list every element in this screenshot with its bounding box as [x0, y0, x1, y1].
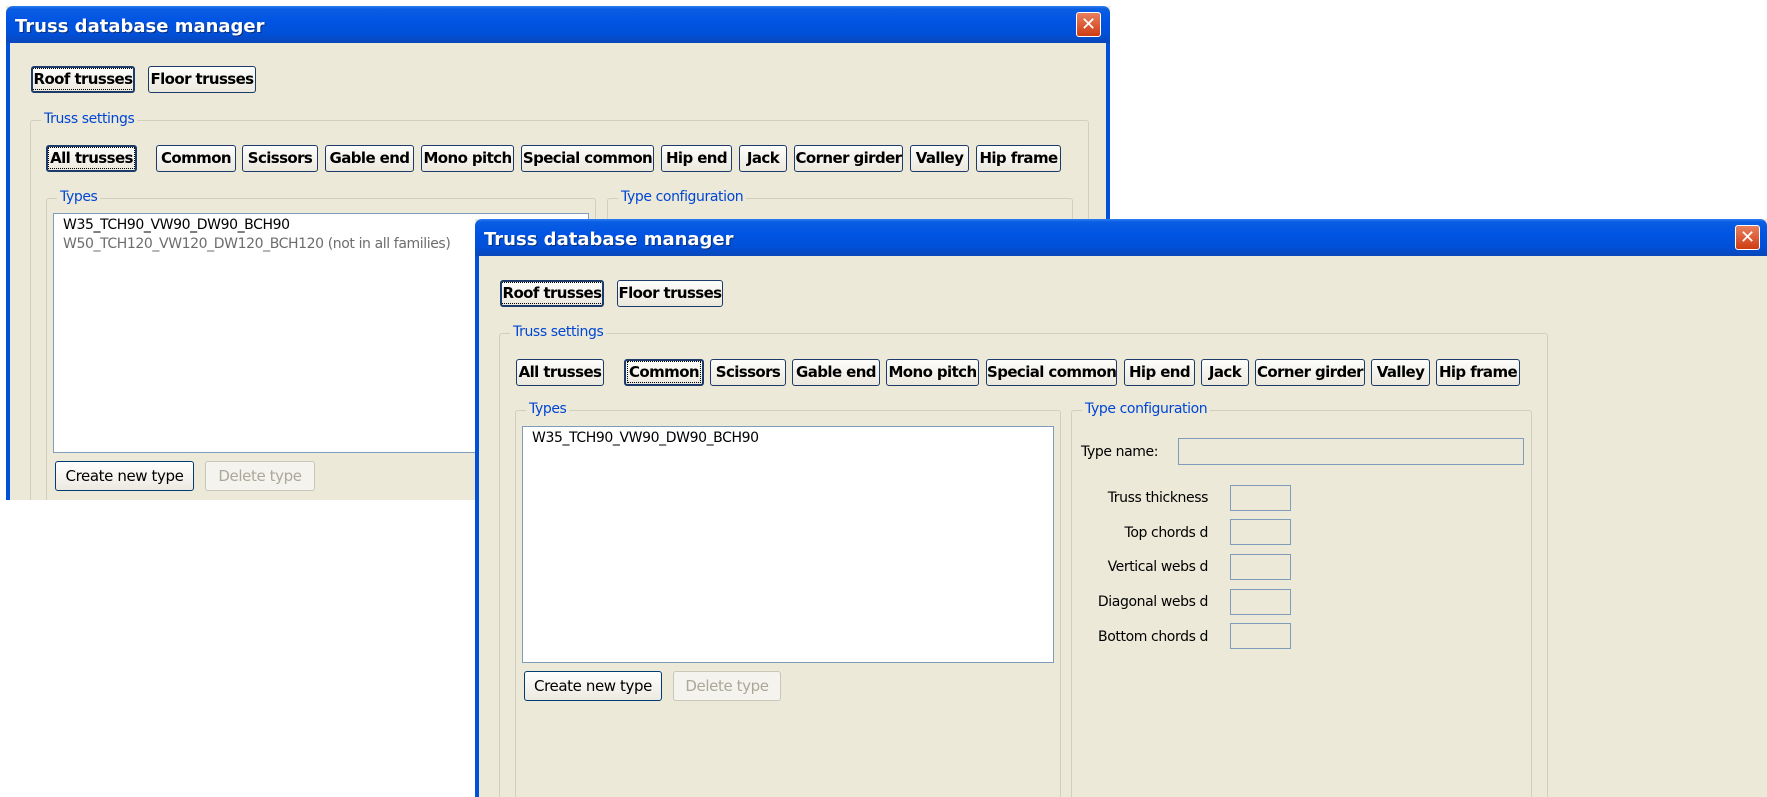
top-chords-d-field[interactable] — [1230, 519, 1291, 545]
bottom-chords-d-label: Bottom chords d — [1098, 629, 1208, 645]
type-name-label: Type name: — [1081, 444, 1159, 460]
front-types-legend: Types — [526, 401, 570, 417]
vertical-webs-d-field[interactable] — [1230, 554, 1291, 580]
truss-thickness-field[interactable] — [1230, 485, 1291, 511]
diagonal-webs-d-label: Diagonal webs d — [1097, 594, 1208, 610]
back-window-title: Truss database manager — [15, 16, 265, 37]
front-window-title: Truss database manager — [484, 229, 734, 250]
back-type-hip-frame[interactable]: Hip frame — [976, 145, 1061, 172]
diagonal-webs-d-field[interactable] — [1230, 589, 1291, 615]
back-type-corner-girder[interactable]: Corner girder — [794, 145, 903, 172]
front-type-configuration-legend: Type configuration — [1082, 401, 1211, 417]
back-delete-type-button[interactable]: Delete type — [205, 461, 315, 491]
back-type-scissors[interactable]: Scissors — [242, 145, 318, 172]
back-type-common[interactable]: Common — [156, 145, 236, 172]
front-types-listbox[interactable]: W35_TCH90_VW90_DW90_BCH90 — [522, 426, 1054, 663]
back-type-valley[interactable]: Valley — [910, 145, 969, 172]
back-type-mono-pitch[interactable]: Mono pitch — [421, 145, 514, 172]
front-truss-settings-legend: Truss settings — [510, 324, 607, 340]
truss-thickness-label: Truss thickness — [1107, 490, 1209, 506]
front-close-icon[interactable]: ✕ — [1735, 225, 1760, 250]
top-chords-d-label: Top chords d — [1124, 525, 1209, 541]
back-title-bar[interactable]: Truss database manager ✕ — [6, 6, 1110, 43]
front-tab-floor-trusses[interactable]: Floor trusses — [617, 280, 723, 307]
front-type-common[interactable]: Common — [624, 359, 704, 386]
back-type-all-trusses[interactable]: All trusses — [46, 145, 137, 172]
front-tab-roof-trusses[interactable]: Roof trusses — [500, 280, 604, 307]
back-type-special-common[interactable]: Special common — [521, 145, 654, 172]
back-type-hip-end[interactable]: Hip end — [661, 145, 732, 172]
front-type-jack[interactable]: Jack — [1201, 359, 1249, 386]
front-dialog-window: Truss database manager ✕ Roof trusses Fl… — [475, 219, 1767, 797]
front-type-hip-end[interactable]: Hip end — [1124, 359, 1195, 386]
front-type-valley[interactable]: Valley — [1371, 359, 1430, 386]
front-type-special-common[interactable]: Special common — [986, 359, 1117, 386]
back-close-icon[interactable]: ✕ — [1076, 12, 1101, 37]
front-type-corner-girder[interactable]: Corner girder — [1255, 359, 1365, 386]
back-types-legend: Types — [57, 189, 101, 205]
front-type-scissors[interactable]: Scissors — [710, 359, 786, 386]
bottom-chords-d-field[interactable] — [1230, 623, 1291, 649]
front-delete-type-button[interactable]: Delete type — [673, 671, 781, 701]
back-truss-settings-legend: Truss settings — [41, 111, 138, 127]
front-type-gable-end[interactable]: Gable end — [792, 359, 880, 386]
back-type-gable-end[interactable]: Gable end — [325, 145, 414, 172]
back-tab-roof-trusses[interactable]: Roof trusses — [31, 66, 135, 93]
back-tab-floor-trusses[interactable]: Floor trusses — [148, 66, 256, 93]
back-type-configuration-legend: Type configuration — [618, 189, 747, 205]
front-type-all-trusses[interactable]: All trusses — [516, 359, 604, 386]
front-type-mono-pitch[interactable]: Mono pitch — [886, 359, 979, 386]
vertical-webs-d-label: Vertical webs d — [1107, 559, 1209, 575]
front-type-hip-frame[interactable]: Hip frame — [1436, 359, 1520, 386]
front-create-new-type-button[interactable]: Create new type — [524, 671, 662, 701]
type-name-field[interactable] — [1178, 438, 1524, 465]
back-create-new-type-button[interactable]: Create new type — [55, 461, 194, 491]
back-type-jack[interactable]: Jack — [739, 145, 787, 172]
list-item[interactable]: W35_TCH90_VW90_DW90_BCH90 — [523, 429, 1053, 448]
front-title-bar[interactable]: Truss database manager ✕ — [475, 219, 1767, 256]
